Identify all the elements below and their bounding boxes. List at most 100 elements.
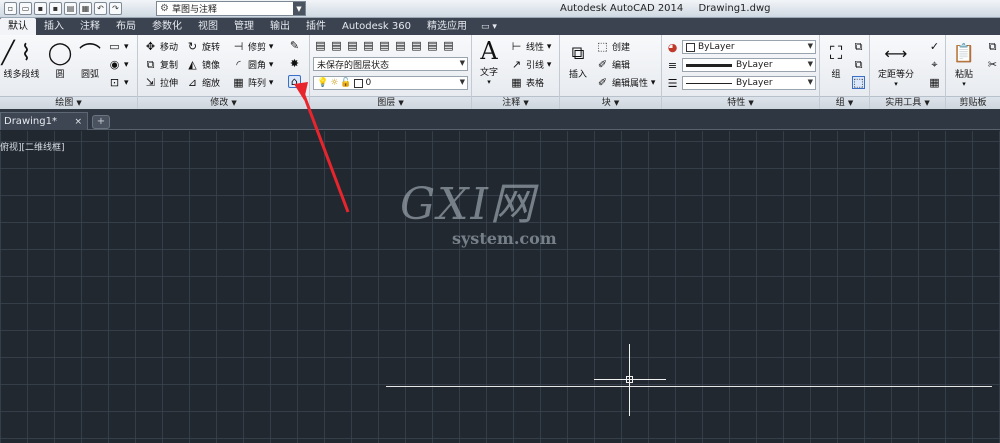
circle-tool[interactable]: ◯ 圆 bbox=[46, 39, 74, 81]
id-point-tool[interactable]: ⌖ bbox=[928, 58, 944, 71]
tab-default[interactable]: 默认 bbox=[0, 18, 36, 35]
block-panel-title[interactable]: 块 ▼ bbox=[560, 96, 661, 109]
group-edit-tool[interactable]: ⧉ bbox=[852, 58, 868, 71]
undo-icon[interactable]: ↶ bbox=[94, 2, 107, 15]
color-dropdown[interactable]: ByLayer ▼ bbox=[682, 40, 816, 54]
offset-tool[interactable]: ⌂ bbox=[288, 75, 304, 88]
trim-icon: ⊣ bbox=[233, 40, 244, 53]
chevron-down-icon: ▼ bbox=[76, 99, 82, 107]
copy-tool[interactable]: ⧉ 复制 bbox=[144, 58, 178, 72]
layer-icon[interactable]: ▤ bbox=[378, 39, 391, 52]
layer-dropdown[interactable]: 💡 ☼ 🔓 0 ▼ bbox=[313, 76, 468, 90]
move-tool[interactable]: ✥ 移动 bbox=[144, 40, 178, 53]
ungroup-tool[interactable]: ⧉ bbox=[852, 40, 868, 53]
new-tab-button[interactable]: + bbox=[92, 115, 110, 129]
group-select-tool[interactable]: ⬚ bbox=[852, 76, 868, 89]
open-icon[interactable]: ▭ bbox=[19, 2, 32, 15]
groups-panel-title[interactable]: 组 ▼ bbox=[820, 96, 869, 109]
stretch-tool[interactable]: ⇲ 拉伸 bbox=[144, 76, 178, 89]
explode-tool[interactable]: ✸ bbox=[288, 57, 304, 70]
quick-select-tool[interactable]: ✓ bbox=[928, 40, 944, 53]
tab-insert[interactable]: 插入 bbox=[36, 18, 72, 35]
layer-icon[interactable]: ▤ bbox=[330, 39, 343, 52]
tab-featured-apps[interactable]: 精选应用 bbox=[419, 18, 475, 35]
hatch-tool[interactable]: ◉ ▾ bbox=[108, 58, 129, 71]
insert-block-tool[interactable]: ⧉ 插入 bbox=[564, 39, 592, 81]
trim-tool[interactable]: ⊣ 修剪 ▾ bbox=[232, 40, 274, 53]
mirror-tool[interactable]: ◭ 镜像 bbox=[186, 58, 220, 71]
layer-icon[interactable]: ▤ bbox=[442, 39, 455, 52]
redo-icon[interactable]: ↷ bbox=[109, 2, 122, 15]
tab-annotate[interactable]: 注释 bbox=[72, 18, 108, 35]
text-tool[interactable]: A 文字 ▾ bbox=[475, 37, 503, 86]
file-tab-drawing1[interactable]: Drawing1* × bbox=[0, 112, 88, 130]
cut-tool[interactable]: ✂ bbox=[986, 58, 1000, 71]
layers-panel: ▤ ▤ ▤ ▤ ▤ ▤ ▤ ▤ ▤ 未保存的图层状态 ▼ 💡 ☼ 🔓 0 ▼ 图… bbox=[310, 35, 472, 109]
utilities-panel-title[interactable]: 实用工具 ▼ bbox=[870, 96, 945, 109]
tab-manage[interactable]: 管理 bbox=[226, 18, 262, 35]
annotation-panel-title[interactable]: 注释 ▼ bbox=[472, 96, 559, 109]
lineweight-icon: ≡ bbox=[667, 59, 678, 72]
paste-tool[interactable]: 📋 粘贴 ▾ bbox=[950, 39, 978, 89]
tab-view[interactable]: 视图 bbox=[190, 18, 226, 35]
drawing-canvas[interactable]: 俯视][二维线框] GXI网 system.com bbox=[0, 131, 1000, 443]
ribbon-options-icon[interactable]: ▭ ▾ bbox=[475, 22, 503, 32]
save-icon[interactable]: ▪ bbox=[34, 2, 47, 15]
linetype-dropdown[interactable]: ByLayer ▼ bbox=[682, 76, 816, 90]
group-tool[interactable]: ⛶ 组 bbox=[822, 39, 850, 81]
draw-panel-title[interactable]: 绘图 ▼ bbox=[0, 96, 137, 109]
layer-icon[interactable]: ▤ bbox=[346, 39, 359, 52]
region-tool[interactable]: ⊡ ▾ bbox=[108, 76, 129, 89]
modify-panel-title[interactable]: 修改 ▼ bbox=[138, 96, 309, 109]
create-block-tool[interactable]: ⬚ 创建 bbox=[596, 40, 630, 53]
tab-parametric[interactable]: 参数化 bbox=[144, 18, 190, 35]
scale-tool[interactable]: ⊿ 缩放 bbox=[186, 76, 220, 89]
layer-properties-icon[interactable]: ▤ bbox=[314, 39, 327, 52]
rotate-tool[interactable]: ↻ 旋转 bbox=[186, 40, 220, 53]
tab-plugins[interactable]: 插件 bbox=[298, 18, 334, 35]
arc-tool[interactable]: ⌒ 圆弧 bbox=[76, 39, 104, 80]
print-icon[interactable]: ▦ bbox=[79, 2, 92, 15]
tab-output[interactable]: 输出 bbox=[262, 18, 298, 35]
table-tool[interactable]: ▦ 表格 bbox=[510, 76, 544, 89]
lineweight-dropdown[interactable]: ByLayer ▼ bbox=[682, 58, 816, 72]
layer-icon[interactable]: ▤ bbox=[410, 39, 423, 52]
properties-panel-title[interactable]: 特性 ▼ bbox=[662, 96, 819, 109]
layer-icon[interactable]: ▤ bbox=[362, 39, 375, 52]
measure-tool[interactable]: ⟷ 定距等分 ▾ bbox=[878, 39, 915, 89]
linear-dimension-tool[interactable]: ⊢ 线性 ▾ bbox=[510, 40, 552, 53]
chevron-down-icon[interactable]: ▼ bbox=[293, 2, 305, 15]
layer-state-dropdown[interactable]: 未保存的图层状态 ▼ bbox=[313, 57, 468, 71]
workspace-dropdown[interactable]: ⚙ 草图与注释 ▼ bbox=[156, 1, 306, 16]
watermark-logo: GXI网 system.com bbox=[400, 183, 557, 249]
measure-label: 定距等分 bbox=[878, 70, 915, 80]
tab-autodesk-360[interactable]: Autodesk 360 bbox=[334, 18, 419, 35]
viewport-controls[interactable]: 俯视][二维线框] bbox=[0, 140, 65, 153]
erase-tool[interactable]: ✎ bbox=[288, 39, 304, 52]
autocad-window: ▫ ▭ ▪ ▪ ▤ ▦ ↶ ↷ ⚙ 草图与注释 ▼ Autodesk AutoC… bbox=[0, 0, 1000, 443]
edit-block-tool[interactable]: ✐ 编辑 bbox=[596, 58, 630, 71]
calculator-tool[interactable]: ▦ bbox=[928, 76, 944, 89]
layers-panel-title[interactable]: 图层 ▼ bbox=[310, 96, 471, 109]
close-icon[interactable]: × bbox=[74, 113, 82, 131]
array-tool[interactable]: ▦ 阵列 ▾ bbox=[232, 76, 273, 89]
layer-icon[interactable]: ▤ bbox=[426, 39, 439, 52]
linetype-value: ByLayer bbox=[736, 78, 773, 88]
new-icon[interactable]: ▫ bbox=[4, 2, 17, 15]
fillet-tool[interactable]: ◜ 圆角 ▾ bbox=[232, 58, 273, 71]
match-properties-tool[interactable]: ◕ bbox=[666, 41, 682, 54]
rectangle-tool[interactable]: ▭ ▾ bbox=[108, 40, 128, 53]
drawn-line[interactable] bbox=[386, 386, 992, 387]
plot-icon[interactable]: ▤ bbox=[64, 2, 77, 15]
chevron-down-icon: ▼ bbox=[748, 99, 754, 107]
edit-attributes-tool[interactable]: ✐ 编辑属性 ▾ bbox=[596, 76, 656, 89]
copy-clip-tool[interactable]: ⧉ bbox=[986, 40, 1000, 53]
chevron-down-icon: ▼ bbox=[231, 99, 237, 107]
clipboard-panel-title[interactable]: 剪贴板 bbox=[946, 96, 1000, 109]
polyline-tool[interactable]: ⌇ 多段线 bbox=[12, 39, 40, 81]
text-label: 文字 bbox=[479, 68, 498, 78]
save-as-icon[interactable]: ▪ bbox=[49, 2, 62, 15]
tab-layout[interactable]: 布局 bbox=[108, 18, 144, 35]
layer-icon[interactable]: ▤ bbox=[394, 39, 407, 52]
leader-tool[interactable]: ↗ 引线 ▾ bbox=[510, 58, 552, 71]
